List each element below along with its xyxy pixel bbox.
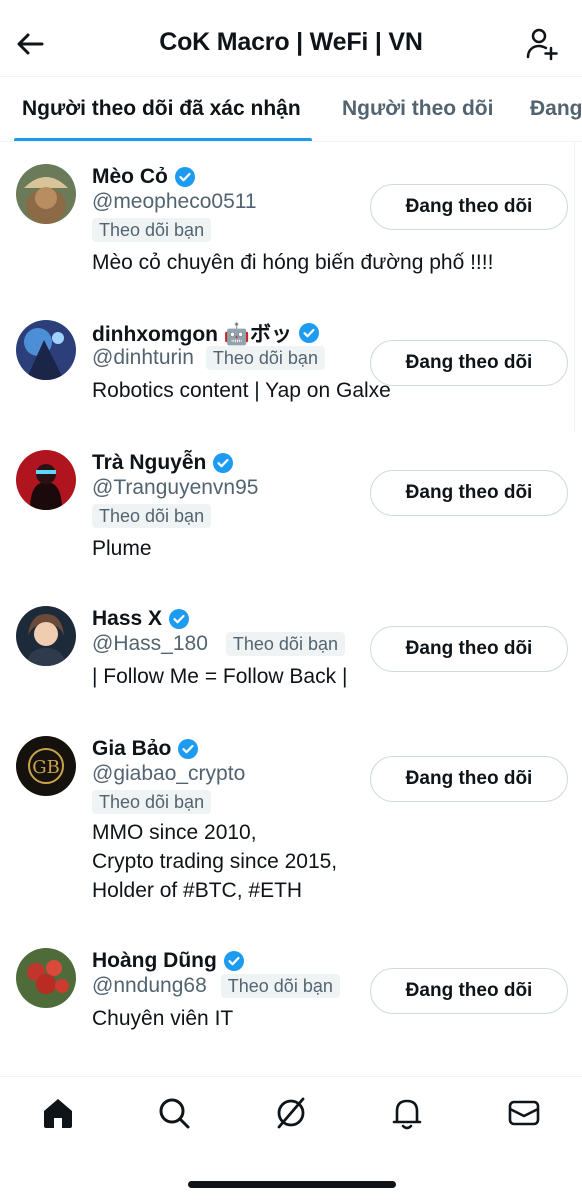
- following-button[interactable]: Đang theo dõi: [370, 968, 568, 1014]
- user-handle: @nndung68: [92, 974, 207, 997]
- svg-text:GB: GB: [32, 757, 60, 778]
- user-handle: @dinhturin: [92, 346, 194, 369]
- tab-following[interactable]: Đang: [530, 97, 582, 121]
- verified-badge-icon: [174, 167, 195, 187]
- user-handle: @Hass_180: [92, 632, 208, 655]
- user-handle: @Tranguyenvn95: [92, 476, 259, 499]
- verified-badge-icon: [213, 453, 234, 473]
- active-tab-indicator: [14, 138, 312, 141]
- user-handle: @giabao_crypto: [92, 762, 246, 785]
- user-name[interactable]: dinhxomgon 🤖ボッ: [92, 318, 292, 348]
- handle-line: @dinhturin Theo dõi bạn: [92, 346, 325, 370]
- follows-you-badge: Theo dõi bạn: [205, 346, 325, 370]
- scrollbar[interactable]: [574, 142, 582, 432]
- following-button[interactable]: Đang theo dõi: [370, 184, 568, 230]
- avatar[interactable]: [16, 948, 76, 1008]
- handle-line: @Hass_180 Theo dõi bạn: [92, 632, 345, 656]
- follows-you-badge: Theo dõi bạn: [92, 790, 212, 814]
- user-name-line: dinhxomgon 🤖ボッ: [92, 318, 320, 348]
- user-name-line: Trà Nguyễn: [92, 448, 234, 478]
- avatar[interactable]: GB: [16, 736, 76, 796]
- verified-badge-icon: [169, 609, 190, 629]
- user-handle: @meopheco0511: [92, 190, 257, 213]
- tab-verified-followers[interactable]: Người theo dõi đã xác nhận: [22, 97, 301, 121]
- top-bar: CoK Macro | WeFi | VN: [0, 0, 582, 76]
- user-name-line: Gia Bảo: [92, 734, 199, 764]
- bottom-navigation: [0, 1076, 582, 1200]
- following-button[interactable]: Đang theo dõi: [370, 340, 568, 386]
- user-bio: MMO since 2010, Crypto trading since 201…: [92, 821, 338, 902]
- follows-you-badge: Theo dõi bạn: [92, 504, 212, 528]
- avatar[interactable]: [16, 320, 76, 380]
- avatar[interactable]: [16, 450, 76, 510]
- user-name-line: Hass X: [92, 604, 190, 634]
- user-name[interactable]: Mèo Cỏ: [92, 165, 168, 189]
- user-bio: Plume: [92, 537, 152, 560]
- user-bio: | Follow Me = Follow Back |: [92, 665, 348, 688]
- verified-badge-icon: [223, 951, 244, 971]
- following-button[interactable]: Đang theo dõi: [370, 626, 568, 672]
- user-name-line: Mèo Cỏ: [92, 162, 196, 192]
- user-bio: Chuyên viên IT: [92, 1007, 234, 1030]
- messages-icon[interactable]: [506, 1095, 542, 1131]
- grok-icon[interactable]: [273, 1095, 309, 1131]
- verified-badge-icon: [298, 323, 319, 343]
- follows-you-badge: Theo dõi bạn: [220, 974, 340, 998]
- home-icon[interactable]: [40, 1095, 76, 1131]
- home-indicator: [188, 1181, 396, 1188]
- user-name-line: Hoàng Dũng: [92, 946, 245, 976]
- add-person-icon[interactable]: [524, 26, 560, 62]
- user-name[interactable]: Gia Bảo: [92, 737, 171, 761]
- following-button[interactable]: Đang theo dõi: [370, 470, 568, 516]
- tab-followers[interactable]: Người theo dõi: [342, 97, 493, 121]
- tab-bar: Người theo dõi đã xác nhận Người theo dõ…: [0, 76, 582, 142]
- search-icon[interactable]: [156, 1095, 192, 1131]
- following-button[interactable]: Đang theo dõi: [370, 756, 568, 802]
- verified-badge-icon: [178, 739, 199, 759]
- user-name[interactable]: Trà Nguyễn: [92, 451, 206, 475]
- follows-you-badge: Theo dõi bạn: [225, 632, 345, 656]
- notifications-icon[interactable]: [389, 1095, 425, 1131]
- user-bio: Mèo cỏ chuyên đi hóng biến đường phố !!!…: [92, 251, 494, 274]
- handle-line: @nndung68 Theo dõi bạn: [92, 974, 340, 998]
- follows-you-badge: Theo dõi bạn: [92, 218, 212, 242]
- avatar[interactable]: [16, 606, 76, 666]
- user-bio: Robotics content | Yap on Galxe: [92, 379, 391, 402]
- page-title: CoK Macro | WeFi | VN: [159, 28, 423, 56]
- avatar[interactable]: [16, 164, 76, 224]
- user-name[interactable]: Hoàng Dũng: [92, 949, 217, 973]
- user-name[interactable]: Hass X: [92, 607, 162, 631]
